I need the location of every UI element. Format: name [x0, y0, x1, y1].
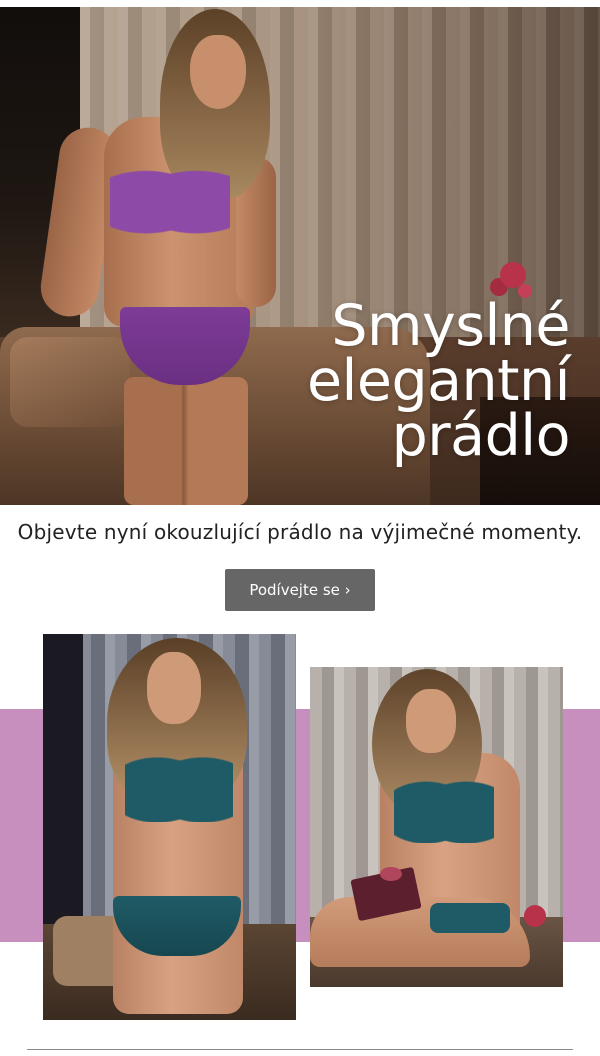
model-face: [147, 652, 201, 724]
teal-bra: [125, 742, 233, 822]
teal-brief: [430, 903, 510, 933]
hero-flowers: [500, 262, 526, 288]
gift-bow: [380, 867, 402, 881]
hero-title-line-3: prádlo: [391, 403, 571, 469]
photo-dark-wall: [43, 634, 83, 934]
model-face: [406, 689, 456, 753]
purple-brief: [120, 307, 250, 385]
model-legs: [124, 377, 248, 505]
section-divider: [27, 1049, 573, 1050]
photo-flowers: [524, 905, 546, 927]
hero-title: Smyslné elegantní prádlo: [250, 293, 571, 469]
product-photo-standing[interactable]: [43, 634, 296, 1020]
purple-bra: [110, 157, 230, 239]
teal-bra: [394, 767, 494, 843]
model-face: [190, 35, 246, 109]
hero-title-line-1: Smyslné: [331, 293, 570, 359]
hero-title-line-2: elegantní: [306, 348, 571, 414]
tagline: Objevte nyní okouzlující prádlo na výjim…: [17, 520, 583, 544]
view-collection-button[interactable]: Podívejte se ›: [225, 569, 375, 611]
hero-banner[interactable]: Smyslné elegantní prádlo: [0, 7, 600, 505]
hero-model-image: [37, 7, 276, 505]
product-photo-seated[interactable]: [310, 667, 563, 987]
